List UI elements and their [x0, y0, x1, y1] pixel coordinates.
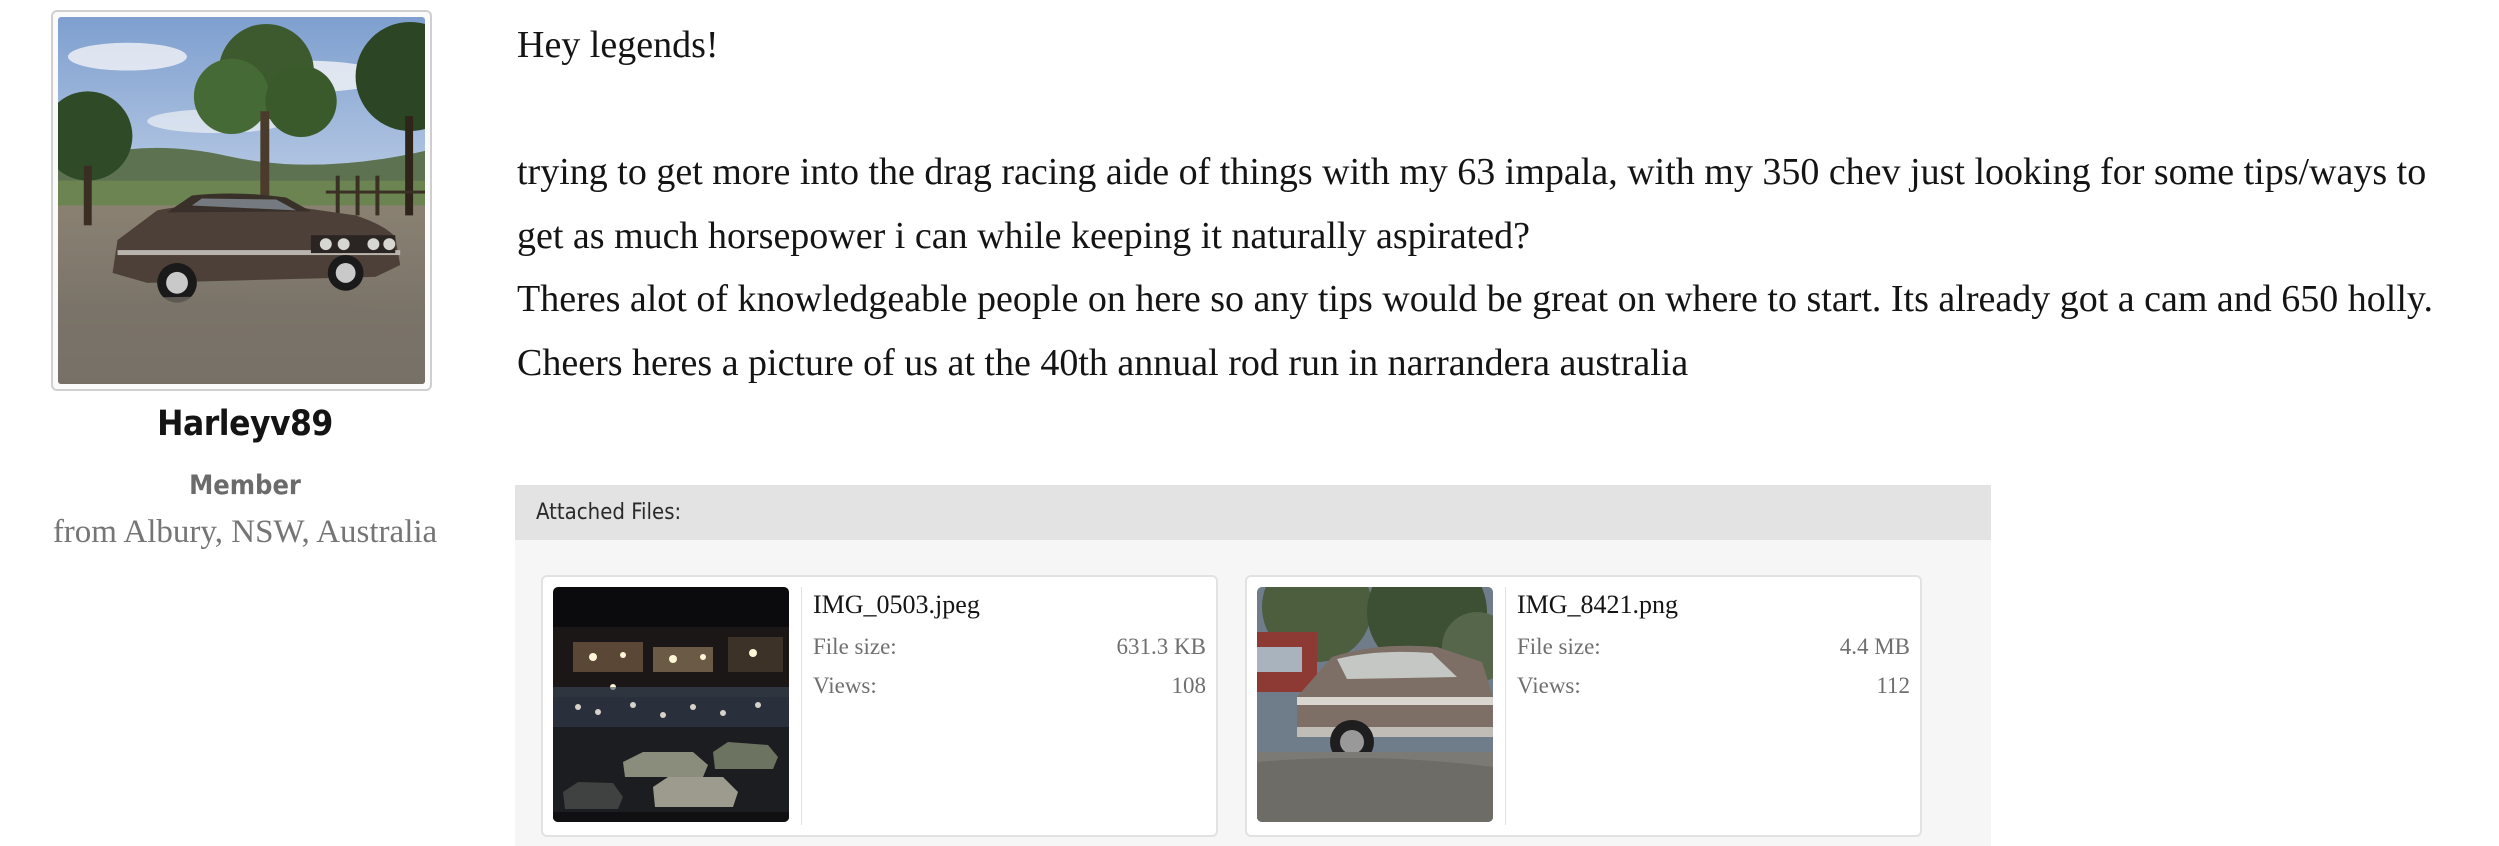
avatar[interactable]	[58, 17, 425, 384]
filesize-value: 631.3 KB	[1116, 634, 1206, 659]
views-label: Views:	[813, 673, 877, 698]
attachment-card[interactable]: IMG_8421.png File size: 4.4 MB Views: 11…	[1245, 575, 1922, 837]
views-label: Views:	[1517, 673, 1581, 698]
attachment-views-row: Views: 112	[1517, 673, 1910, 699]
message-paragraph: trying to get more into the drag racing …	[517, 151, 2427, 257]
filesize-label: File size:	[1517, 634, 1601, 659]
filesize-label: File size:	[813, 634, 897, 659]
attached-files: Attached Files: IMG_0503.jpeg File size:…	[515, 485, 1991, 846]
attachment-divider	[801, 587, 802, 825]
views-value: 108	[1171, 673, 1207, 698]
message-paragraph: Theres alot of knowledgeable people on h…	[517, 278, 2433, 320]
night-street-photo-icon[interactable]	[553, 587, 789, 822]
car-closeup-photo-icon[interactable]	[1257, 587, 1493, 822]
attachment-filesize-row: File size: 631.3 KB	[813, 634, 1206, 660]
avatar-frame[interactable]	[51, 10, 432, 391]
message-body: Hey legends! trying to get more into the…	[517, 14, 2477, 395]
message-line-break	[517, 78, 2477, 142]
attachment-views-row: Views: 108	[813, 673, 1206, 699]
attached-files-header: Attached Files:	[515, 485, 1991, 540]
attachment-filesize-row: File size: 4.4 MB	[1517, 634, 1910, 660]
filesize-value: 4.4 MB	[1839, 634, 1910, 659]
views-value: 112	[1876, 673, 1910, 698]
username[interactable]: Harleyv89	[30, 404, 460, 444]
attachment-filename[interactable]: IMG_8421.png	[1517, 590, 1678, 620]
user-title: Member	[189, 470, 301, 501]
attachment-filename[interactable]: IMG_0503.jpeg	[813, 590, 980, 620]
user-location: from Albury, NSW, Australia	[52, 514, 438, 550]
message-paragraph: Cheers heres a picture of us at the 40th…	[517, 341, 1689, 384]
attachment-card[interactable]: IMG_0503.jpeg File size: 631.3 KB Views:…	[541, 575, 1218, 837]
attachment-divider	[1505, 587, 1506, 825]
message-paragraph: Hey legends!	[517, 24, 719, 66]
